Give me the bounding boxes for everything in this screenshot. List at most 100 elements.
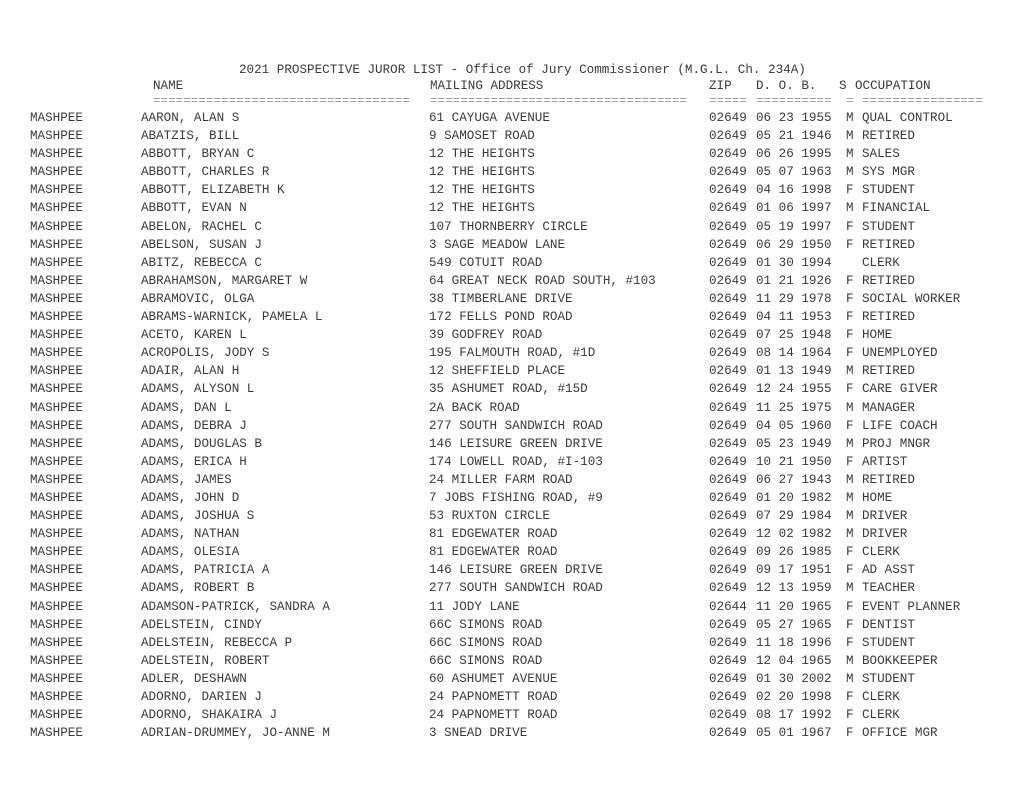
juror-dob: 12 24 1955	[756, 382, 832, 397]
separator-sex: =	[846, 94, 854, 108]
juror-town: MASHPEE	[30, 671, 83, 686]
juror-town: MASHPEE	[30, 291, 83, 306]
table-row: MASHPEE ADAMSON-PATRICK, SANDRA A 11 JODY …	[0, 598, 1020, 616]
juror-dob: 05 07 1963	[756, 165, 832, 180]
juror-town: MASHPEE	[30, 201, 83, 216]
juror-address: 12 SHEFFIELD PLACE	[429, 364, 566, 379]
juror-sex: F	[846, 690, 854, 704]
juror-sex: F	[846, 183, 854, 198]
juror-zip: 02649	[709, 255, 747, 270]
juror-name: ADAMS, JOHN D	[141, 490, 240, 505]
juror-dob: 10 21 1950	[756, 454, 832, 469]
juror-sex: M	[846, 472, 854, 487]
juror-sex: F	[846, 635, 854, 650]
juror-name: ABELON, RACHEL C	[141, 219, 262, 234]
juror-zip: 02649	[709, 237, 747, 252]
juror-address: 60 ASHUMET AVENUE	[429, 671, 558, 686]
juror-zip: 02649	[709, 310, 747, 325]
juror-zip: 02649	[709, 165, 747, 180]
juror-town: MASHPEE	[30, 418, 83, 433]
juror-address: 107 THORNBERRY CIRCLE	[429, 219, 588, 234]
juror-address: 64 GREAT NECK ROAD SOUTH, #103	[429, 273, 656, 288]
juror-occupation: MANAGER	[862, 400, 915, 415]
juror-name: ADRIAN-DRUMMEY, JO-ANNE M	[141, 726, 330, 741]
separator-address: ==================================	[430, 94, 687, 108]
juror-occupation: AD ASST	[862, 563, 915, 578]
separator-name: ==================================	[153, 94, 410, 108]
juror-name: ABATZIS, BILL	[141, 129, 240, 144]
juror-zip: 02649	[709, 726, 747, 741]
juror-occupation: STUDENT	[862, 183, 915, 198]
juror-dob: 12 04 1965	[756, 653, 832, 668]
juror-dob: 08 17 1992	[756, 708, 832, 723]
juror-occupation: BOOKKEEPER	[862, 653, 938, 668]
juror-occupation: LIFE COACH	[862, 418, 938, 433]
juror-sex: M	[846, 490, 854, 505]
juror-occupation: QUAL CONTROL	[862, 111, 953, 125]
juror-dob: 01 06 1997	[756, 201, 832, 216]
juror-zip: 02649	[709, 545, 747, 560]
juror-sex: F	[846, 382, 854, 397]
juror-occupation: RETIRED	[862, 472, 915, 487]
juror-address: 174 LOWELL ROAD, #I-103	[429, 454, 603, 469]
juror-town: MASHPEE	[30, 147, 83, 162]
juror-sex: F	[846, 599, 854, 614]
table-row: MASHPEE ABELON, RACHEL C 107 THORNBERRY CI…	[0, 218, 1020, 236]
juror-name: ADAMS, ALYSON L	[141, 382, 255, 397]
juror-town: MASHPEE	[30, 635, 83, 650]
juror-zip: 02649	[709, 346, 747, 361]
juror-dob: 05 19 1997	[756, 219, 832, 234]
juror-town: MASHPEE	[30, 436, 83, 451]
juror-town: MASHPEE	[30, 129, 83, 144]
juror-zip: 02649	[709, 111, 747, 125]
juror-dob: 06 23 1955	[756, 111, 832, 125]
juror-address: 195 FALMOUTH ROAD, #1D	[429, 346, 596, 361]
juror-occupation: UNEMPLOYED	[862, 346, 938, 361]
juror-occupation: CLERK	[862, 690, 900, 704]
juror-occupation: STUDENT	[862, 671, 915, 686]
juror-dob: 09 26 1985	[756, 545, 832, 560]
juror-name: ADAMS, DEBRA J	[141, 418, 247, 433]
juror-zip: 02649	[709, 617, 747, 632]
juror-occupation: ARTIST	[862, 454, 908, 469]
table-row: MASHPEE ADAMS, OLESIA 81 EDGEWATER ROAD 026…	[0, 543, 1020, 561]
table-row: MASHPEE ADAMS, PATRICIA A 146 LEISURE GREE…	[0, 561, 1020, 579]
juror-address: 277 SOUTH SANDWICH ROAD	[429, 418, 603, 433]
separator-dob: ==========	[756, 94, 832, 108]
juror-name: ADAMS, NATHAN	[141, 527, 240, 542]
juror-sex: M	[846, 671, 854, 686]
juror-address: 61 CAYUGA AVENUE	[429, 111, 550, 125]
juror-dob: 12 02 1982	[756, 527, 832, 542]
juror-occupation: DRIVER	[862, 527, 908, 542]
juror-occupation: EVENT PLANNER	[862, 599, 961, 614]
juror-sex: M	[846, 436, 854, 451]
juror-occupation: RETIRED	[862, 237, 915, 252]
table-row: MASHPEE ADAMS, NATHAN 81 EDGEWATER ROAD 026…	[0, 525, 1020, 543]
juror-zip: 02644	[709, 599, 747, 614]
juror-dob: 11 18 1996	[756, 635, 832, 650]
juror-address: 277 SOUTH SANDWICH ROAD	[429, 581, 603, 596]
juror-dob: 04 16 1998	[756, 183, 832, 198]
table-row: MASHPEE ADAMS, ERICA H 174 LOWELL ROAD, #I…	[0, 453, 1020, 471]
juror-town: MASHPEE	[30, 690, 83, 704]
table-row: MASHPEE ADELSTEIN, CINDY 66C SIMONS ROAD 02…	[0, 616, 1020, 634]
juror-town: MASHPEE	[30, 183, 83, 198]
juror-town: MASHPEE	[30, 382, 83, 397]
juror-address: 53 RUXTON CIRCLE	[429, 509, 550, 524]
juror-town: MASHPEE	[30, 653, 83, 668]
juror-dob: 01 20 1982	[756, 490, 832, 505]
table-row: MASHPEE ADELSTEIN, REBECCA P 66C SIMONS RO…	[0, 634, 1020, 652]
juror-dob: 02 20 1998	[756, 690, 832, 704]
juror-zip: 02649	[709, 708, 747, 723]
juror-address: 12 THE HEIGHTS	[429, 183, 535, 198]
juror-zip: 02649	[709, 635, 747, 650]
juror-sex: M	[846, 111, 854, 125]
juror-address: 172 FELLS POND ROAD	[429, 310, 573, 325]
juror-zip: 02649	[709, 382, 747, 397]
table-row: MASHPEE ACETO, KAREN L 39 GODFREY ROAD 0264…	[0, 326, 1020, 344]
juror-address: 81 EDGEWATER ROAD	[429, 527, 558, 542]
juror-name: ABELSON, SUSAN J	[141, 237, 262, 252]
juror-town: MASHPEE	[30, 545, 83, 560]
juror-occupation: CLERK	[862, 255, 900, 270]
juror-name: ADAMS, PATRICIA A	[141, 563, 270, 578]
